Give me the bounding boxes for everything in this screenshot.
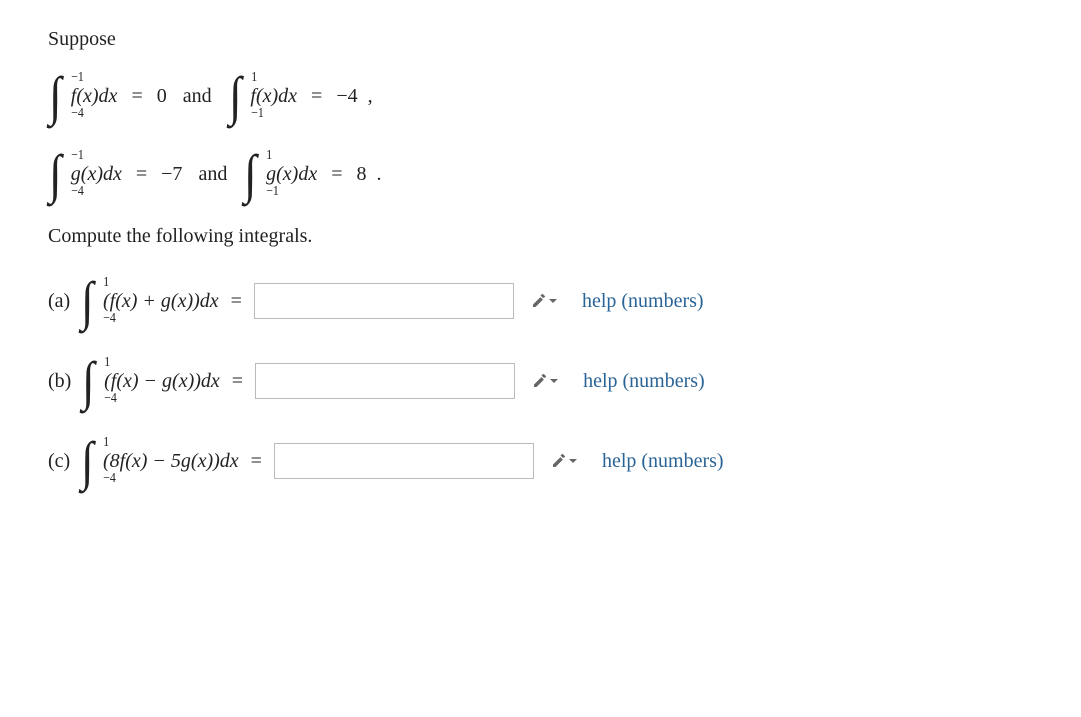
question-row-c: (c) ∫ 1 −4 (8f(x) − 5g(x))dx = help (num…: [48, 434, 1033, 488]
b-upper: 1: [105, 356, 111, 370]
caret-down-icon: [550, 377, 558, 385]
c-lower: −4: [103, 472, 116, 486]
preview-button-b[interactable]: [527, 366, 563, 396]
b-lower: −4: [105, 392, 118, 406]
help-link-b[interactable]: help (numbers): [583, 370, 705, 393]
g2-lower: −1: [267, 185, 280, 199]
c-body: (8f(x) − 5g(x))dx: [103, 450, 239, 473]
answer-input-c[interactable]: [274, 443, 534, 479]
integral-c: ∫ 1 −4 (8f(x) − 5g(x))dx: [80, 434, 238, 488]
comma: ,: [368, 85, 373, 108]
caret-down-icon: [569, 457, 577, 465]
question-row-b: (b) ∫ 1 −4 (f(x) − g(x))dx = help (numbe…: [48, 354, 1033, 408]
g1-lower: −4: [71, 185, 84, 199]
g1-body: g(x)dx: [71, 163, 122, 186]
part-label-b: (b): [48, 370, 71, 393]
equals-sign: =: [251, 450, 262, 473]
g1-upper: −1: [71, 149, 84, 163]
answer-input-a[interactable]: [254, 283, 514, 319]
compute-text: Compute the following integrals.: [48, 225, 1033, 248]
equals-sign: =: [331, 163, 342, 186]
f2-lower: −1: [251, 107, 264, 121]
given-line-g: ∫ −1 −4 g(x)dx = −7 and ∫ 1 −1 g(x)dx = …: [48, 147, 1033, 201]
period: .: [376, 163, 381, 186]
f1-value: 0: [157, 85, 167, 108]
integral-b: ∫ 1 −4 (f(x) − g(x))dx: [81, 354, 219, 408]
equals-sign: =: [131, 85, 142, 108]
pencil-icon: [551, 453, 567, 469]
equals-sign: =: [136, 163, 147, 186]
question-row-a: (a) ∫ 1 −4 (f(x) + g(x))dx = help (numbe…: [48, 274, 1033, 328]
a-upper: 1: [103, 276, 109, 290]
caret-down-icon: [549, 297, 557, 305]
integral-g1: ∫ −1 −4 g(x)dx: [48, 147, 122, 201]
g1-value: −7: [161, 163, 182, 186]
help-link-a[interactable]: help (numbers): [582, 290, 704, 313]
f1-body: f(x)dx: [71, 85, 118, 108]
equals-sign: =: [311, 85, 322, 108]
f1-lower: −4: [71, 107, 84, 121]
g2-value: 8: [356, 163, 366, 186]
c-upper: 1: [103, 436, 109, 450]
f2-body: f(x)dx: [250, 85, 297, 108]
intro-text: Suppose: [48, 28, 1033, 51]
b-body: (f(x) − g(x))dx: [104, 370, 220, 393]
equals-sign: =: [232, 370, 243, 393]
answer-input-b[interactable]: [255, 363, 515, 399]
f2-upper: 1: [251, 71, 257, 85]
given-line-f: ∫ −1 −4 f(x)dx = 0 and ∫ 1 −1 f(x)dx = −…: [48, 69, 1033, 123]
g2-body: g(x)dx: [266, 163, 317, 186]
g2-upper: 1: [267, 149, 273, 163]
equals-sign: =: [231, 290, 242, 313]
pencil-icon: [531, 293, 547, 309]
help-link-c[interactable]: help (numbers): [602, 450, 724, 473]
preview-button-c[interactable]: [546, 446, 582, 476]
a-body: (f(x) + g(x))dx: [103, 290, 219, 313]
f2-value: −4: [336, 85, 357, 108]
part-label-a: (a): [48, 290, 70, 313]
integral-a: ∫ 1 −4 (f(x) + g(x))dx: [80, 274, 218, 328]
integral-f2: ∫ 1 −1 f(x)dx: [228, 69, 297, 123]
integral-f1: ∫ −1 −4 f(x)dx: [48, 69, 117, 123]
and-word: and: [183, 85, 212, 108]
pencil-icon: [532, 373, 548, 389]
part-label-c: (c): [48, 450, 70, 473]
and-word: and: [198, 163, 227, 186]
f1-upper: −1: [71, 71, 84, 85]
integral-g2: ∫ 1 −1 g(x)dx: [243, 147, 317, 201]
preview-button-a[interactable]: [526, 286, 562, 316]
a-lower: −4: [103, 312, 116, 326]
